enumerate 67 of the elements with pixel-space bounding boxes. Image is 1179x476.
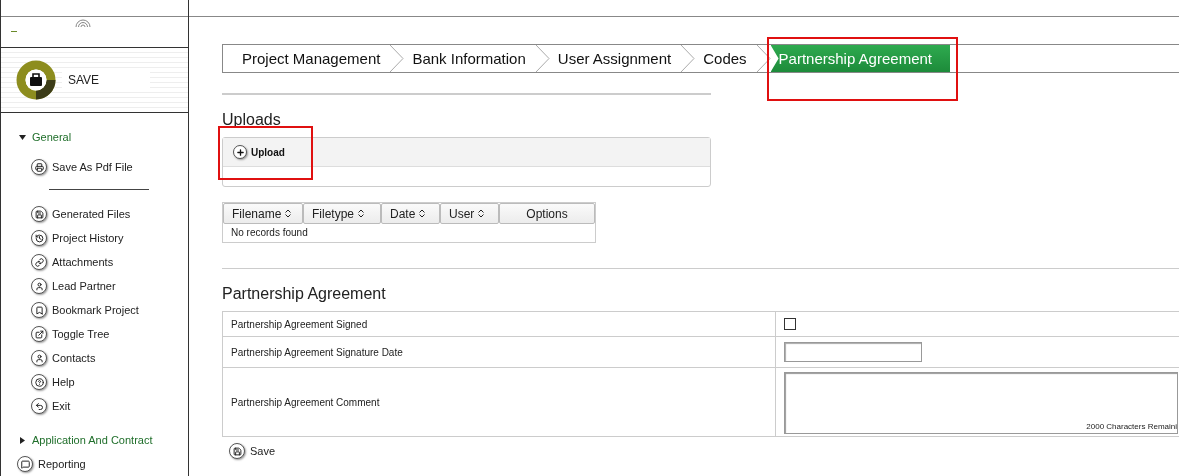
menu-item[interactable]: Bookmark Project [1,298,188,322]
menu-item-label: Bookmark Project [52,304,139,316]
menu-item-label: Contacts [52,352,96,364]
menu-item-label: Lead Partner [52,280,116,292]
external-link-icon [31,326,47,342]
menu-item-label: Generated Files [52,208,131,220]
sort-icon [478,209,485,218]
save-link[interactable]: Save [229,443,1179,459]
section-title: Uploads [222,111,282,129]
menu-item-label: Save As Pdf File [52,161,133,173]
logo-icon [16,60,56,101]
menu-item-label: Project History [52,232,124,244]
caret-right-icon [19,436,26,444]
speech-bubble-icon [17,456,33,472]
menu-item[interactable]: Contacts [1,346,188,370]
sort-icon [285,209,292,218]
menu-item-label: Toggle Tree [52,328,110,340]
menu-item[interactable]: Attachments [1,250,188,274]
column-header[interactable]: Date [381,203,440,224]
date-input-field[interactable] [784,342,922,362]
chevron-divider [390,45,405,72]
upload-button[interactable]: Upload [233,145,285,159]
dash-icon [11,31,17,32]
empty-message: No records found [230,226,309,240]
menu-item[interactable]: Toggle Tree [1,322,188,346]
menu-item[interactable]: Exit [1,394,188,418]
comment-text-area[interactable]: 2000 Characters Remaini [784,372,1178,434]
printer-icon [31,159,47,175]
field-label: Partnership Agreement Comment [223,368,776,436]
caret-down-icon [19,133,26,141]
menu-item[interactable]: Generated Files [1,202,188,226]
column-header[interactable]: Options [499,203,595,224]
menu-item[interactable]: Help [1,370,188,394]
bookmark-icon [31,302,47,318]
chevron-divider [756,45,771,72]
person-icon [31,278,47,294]
checkbox[interactable] [784,318,796,330]
help-icon [31,374,47,390]
history-icon [31,230,47,246]
menu-group[interactable]: Application And Contract [1,428,188,452]
chevron-divider [681,45,696,72]
floppy-icon [31,206,47,222]
plus-icon [233,145,247,159]
menu-item[interactable]: Reporting [1,452,188,476]
undo-icon [31,398,47,414]
field-label: Partnership Agreement Signed [223,312,776,336]
menu-item-label: Reporting [38,458,86,470]
column-header[interactable]: Filetype [303,203,381,224]
menu-item-label: Help [52,376,75,388]
breadcrumb-tab[interactable]: Partnership Agreement [770,45,950,72]
link-icon [31,254,47,270]
menu-item[interactable]: Project History [1,226,188,250]
menu-item[interactable]: Save As Pdf File [1,155,188,179]
column-header[interactable]: Filename [223,203,303,224]
menu-item[interactable]: Lead Partner [1,274,188,298]
chevron-divider [535,45,550,72]
column-header[interactable]: User [440,203,499,224]
signal-icon [75,19,91,28]
floppy-icon [229,443,245,459]
person-icon [31,350,47,366]
menu-item-label: Exit [52,400,71,412]
menu-group[interactable]: General [1,125,188,149]
field-label: Partnership Agreement Signature Date [223,337,776,367]
menu-item-label: Attachments [52,256,114,268]
section-title: Partnership Agreement [222,285,387,303]
sort-icon [419,209,426,218]
sort-icon [358,209,365,218]
